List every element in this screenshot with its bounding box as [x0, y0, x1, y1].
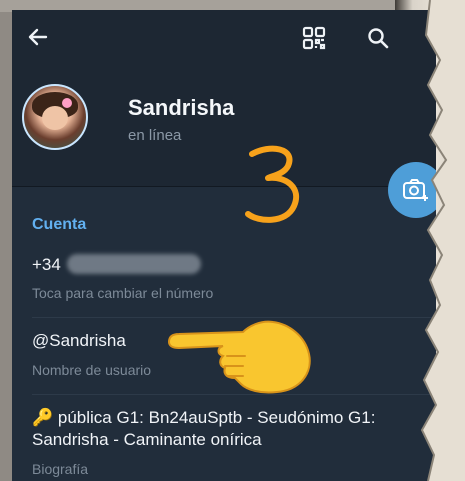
qr-code-icon[interactable]	[300, 24, 328, 52]
phone-number-prefix[interactable]: +34	[32, 255, 61, 275]
online-status: en línea	[128, 127, 182, 144]
bio-value[interactable]: 🔑 pública G1: Bn24auSptb - Seudónimo G1:…	[32, 407, 432, 451]
top-bar	[12, 10, 436, 64]
profile-header: Sandrisha en línea	[12, 70, 436, 192]
telegram-profile-screen: Sandrisha en línea Cuenta +34 Toca para …	[12, 10, 436, 481]
phone-hint: Toca para cambiar el número	[32, 285, 214, 301]
bio-hint: Biografía	[32, 461, 89, 477]
phone-number-redaction	[67, 254, 201, 274]
username-hint: Nombre de usuario	[32, 362, 152, 378]
search-icon[interactable]	[364, 24, 392, 52]
profile-name: Sandrisha	[128, 95, 235, 120]
account-section-title: Cuenta	[32, 216, 87, 233]
pointing-hand-icon	[167, 320, 311, 394]
torn-paper-edge	[420, 0, 465, 481]
username-value[interactable]: @Sandrisha	[32, 331, 126, 351]
back-arrow-icon[interactable]	[24, 24, 52, 50]
annotation-number-three	[245, 145, 299, 223]
avatar[interactable]	[22, 84, 88, 150]
